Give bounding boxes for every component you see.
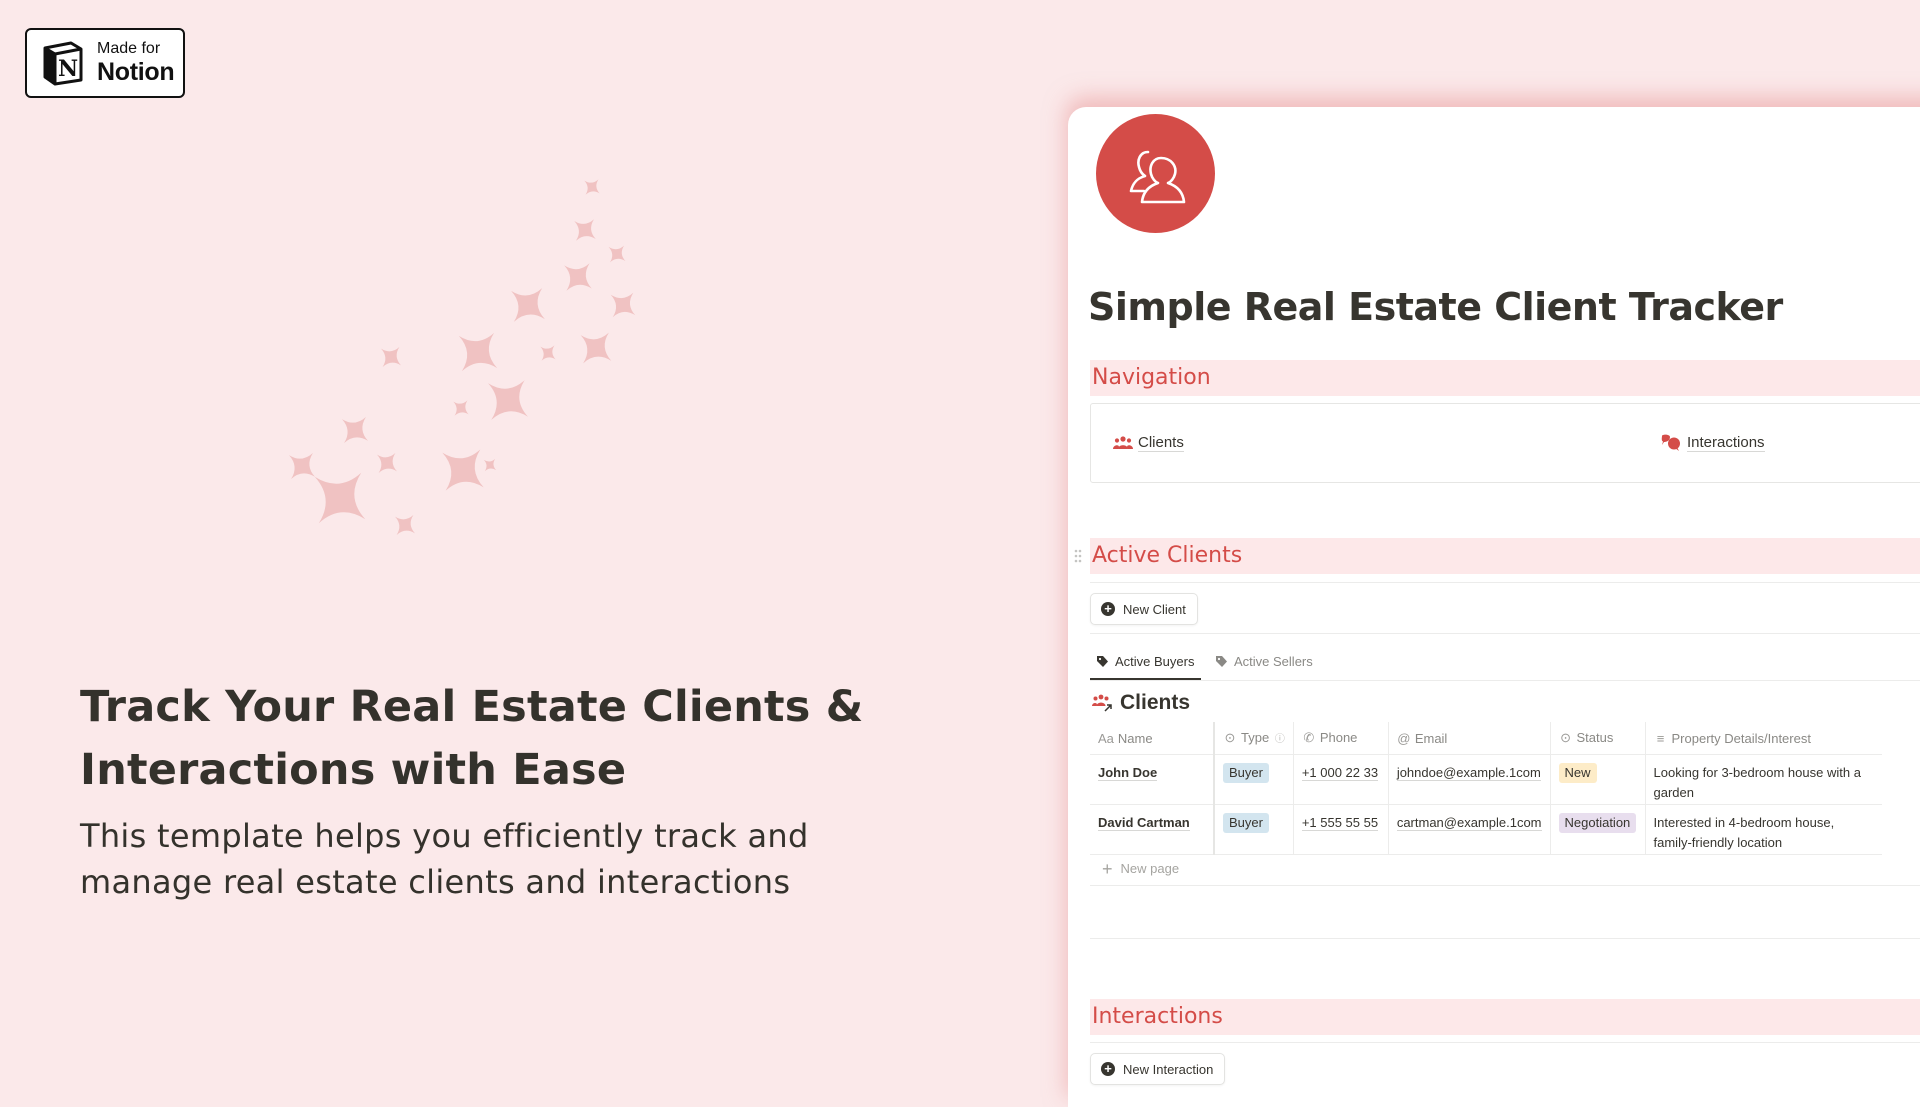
sparkle-icon (584, 179, 600, 195)
tab-active-buyers[interactable]: Active Buyers (1090, 645, 1202, 680)
sparkle-icon (381, 347, 401, 367)
status-badge: Negotiation (1558, 813, 1637, 833)
clients-table: Aa Name ⊙ Type ⓘ ✆ Phone @ Email ⊙ Status ≡ Pr… (1090, 722, 1882, 855)
cell-phone[interactable]: +1 000 22 33 (1293, 754, 1389, 805)
tab-label: Active Buyers (1115, 654, 1195, 669)
hero-headline-line2: Interactions with Ease (80, 745, 627, 795)
hero-headline: Track Your Real Estate Clients & Interac… (80, 676, 900, 802)
new-interaction-label: New Interaction (1123, 1061, 1214, 1077)
sparkle-icon (564, 263, 592, 291)
heading-active-clients: Active Clients (1090, 538, 1920, 574)
table-row[interactable]: David Cartman Buyer +1 555 55 55 cartman… (1090, 804, 1882, 855)
tag-icon (1097, 656, 1108, 667)
cell-status[interactable]: Negotiation (1550, 804, 1646, 855)
cell-details[interactable]: Looking for 3-bedroom house with a garde… (1645, 754, 1882, 805)
cell-name[interactable]: John Doe (1090, 754, 1215, 805)
tag-icon (1216, 656, 1227, 667)
sparkle-icon (395, 515, 415, 535)
sparkle-icon (608, 245, 626, 263)
table-bottom-divider (1090, 885, 1920, 886)
chat-bubbles-icon (1661, 434, 1680, 451)
page-title: Simple Real Estate Client Tracker (1088, 285, 1783, 329)
select-icon: ⊙ (1560, 730, 1571, 745)
sparkle-icon (377, 453, 397, 473)
cell-details[interactable]: Interested in 4-bedroom house, family-fr… (1645, 804, 1882, 855)
sparkle-icon (483, 458, 497, 472)
sparkle-icon (610, 292, 636, 318)
title-property-icon: Aa (1098, 730, 1114, 746)
users-icon (1129, 150, 1185, 203)
sparkle-icon (540, 345, 556, 361)
nav-link-interactions-label: Interactions (1687, 434, 1765, 452)
divider (1090, 1042, 1920, 1043)
select-icon: ⊙ (1224, 730, 1236, 745)
column-header-details[interactable]: ≡ Property Details/Interest (1645, 722, 1882, 755)
table-header-row: Aa Name ⊙ Type ⓘ ✆ Phone @ Email ⊙ Status ≡ Pr… (1090, 722, 1882, 755)
notion-page-preview: Simple Real Estate Client Tracker Naviga… (1068, 107, 1920, 1107)
nav-link-clients[interactable]: Clients (1113, 434, 1184, 452)
nav-link-clients-label: Clients (1138, 434, 1184, 452)
sparkle-icon (574, 219, 596, 241)
cell-email[interactable]: johndoe@example.1com (1388, 754, 1551, 805)
new-interaction-button[interactable]: + New Interaction (1090, 1053, 1226, 1085)
cell-type[interactable]: Buyer (1214, 804, 1294, 855)
navigation-links: Clients Interactions (1090, 403, 1920, 483)
cell-type[interactable]: Buyer (1214, 754, 1294, 805)
column-header-status[interactable]: ⊙ Status (1550, 722, 1646, 755)
drag-handle-icon[interactable] (1073, 548, 1083, 564)
cell-phone[interactable]: +1 555 55 55 (1293, 804, 1389, 855)
users-icon (1113, 436, 1133, 449)
hero-subtitle-line1: This template helps you efficiently trac… (80, 817, 809, 855)
phone-icon: ✆ (1303, 730, 1315, 745)
sparkles-decoration (288, 179, 636, 535)
plus-circle-icon: + (1101, 1062, 1115, 1076)
new-page-label: New page (1120, 861, 1180, 876)
column-header-type[interactable]: ⊙ Type ⓘ (1214, 722, 1294, 755)
column-header-name[interactable]: Aa Name (1090, 722, 1215, 755)
divider (1090, 582, 1920, 583)
heading-navigation: Navigation (1090, 360, 1920, 396)
column-header-email[interactable]: @ Email (1388, 722, 1551, 755)
heading-interactions: Interactions (1090, 999, 1920, 1035)
status-badge: New (1558, 763, 1597, 783)
database-title-label: Clients (1120, 691, 1191, 714)
hero-headline-line1: Track Your Real Estate Clients & (80, 682, 864, 732)
tab-label: Active Sellers (1234, 654, 1313, 669)
at-icon: @ (1397, 730, 1411, 746)
nav-link-interactions[interactable]: Interactions (1660, 434, 1765, 452)
database-title[interactable]: Clients (1092, 691, 1190, 715)
plus-circle-icon: + (1101, 602, 1115, 616)
new-client-button[interactable]: + New Client (1090, 593, 1198, 625)
text-lines-icon: ≡ (1656, 730, 1665, 746)
column-header-phone[interactable]: ✆ Phone (1293, 722, 1389, 755)
sparkle-icon (442, 449, 484, 491)
plus-icon: + (1102, 858, 1113, 879)
new-client-label: New Client (1123, 601, 1186, 617)
table-row[interactable]: John Doe Buyer +1 000 22 33 johndoe@exam… (1090, 754, 1882, 805)
type-badge: Buyer (1223, 763, 1269, 783)
sparkle-icon (341, 416, 369, 444)
info-icon[interactable]: ⓘ (1275, 734, 1285, 745)
page-icon[interactable] (1096, 114, 1215, 233)
divider (1090, 633, 1920, 634)
hero-subtitle-line2: manage real estate clients and interacti… (80, 863, 791, 901)
new-page-button[interactable]: + New page (1102, 858, 1180, 879)
cell-status[interactable]: New (1550, 754, 1646, 805)
sparkle-icon (511, 288, 545, 322)
sparkle-icon (453, 400, 469, 416)
users-link-icon (1092, 694, 1112, 712)
cell-name[interactable]: David Cartman (1090, 804, 1215, 855)
hero-subtitle: This template helps you efficiently trac… (80, 813, 900, 905)
sparkle-icon (488, 380, 528, 420)
sparkle-icon (580, 332, 612, 364)
sparkle-icon (458, 332, 498, 372)
type-badge: Buyer (1223, 813, 1269, 833)
tab-active-sellers[interactable]: Active Sellers (1215, 645, 1313, 678)
cell-email[interactable]: cartman@example.1com (1388, 804, 1551, 855)
sparkle-icon (288, 452, 316, 480)
divider (1090, 938, 1920, 939)
view-tabs: Active Buyers Active Sellers (1090, 645, 1920, 681)
